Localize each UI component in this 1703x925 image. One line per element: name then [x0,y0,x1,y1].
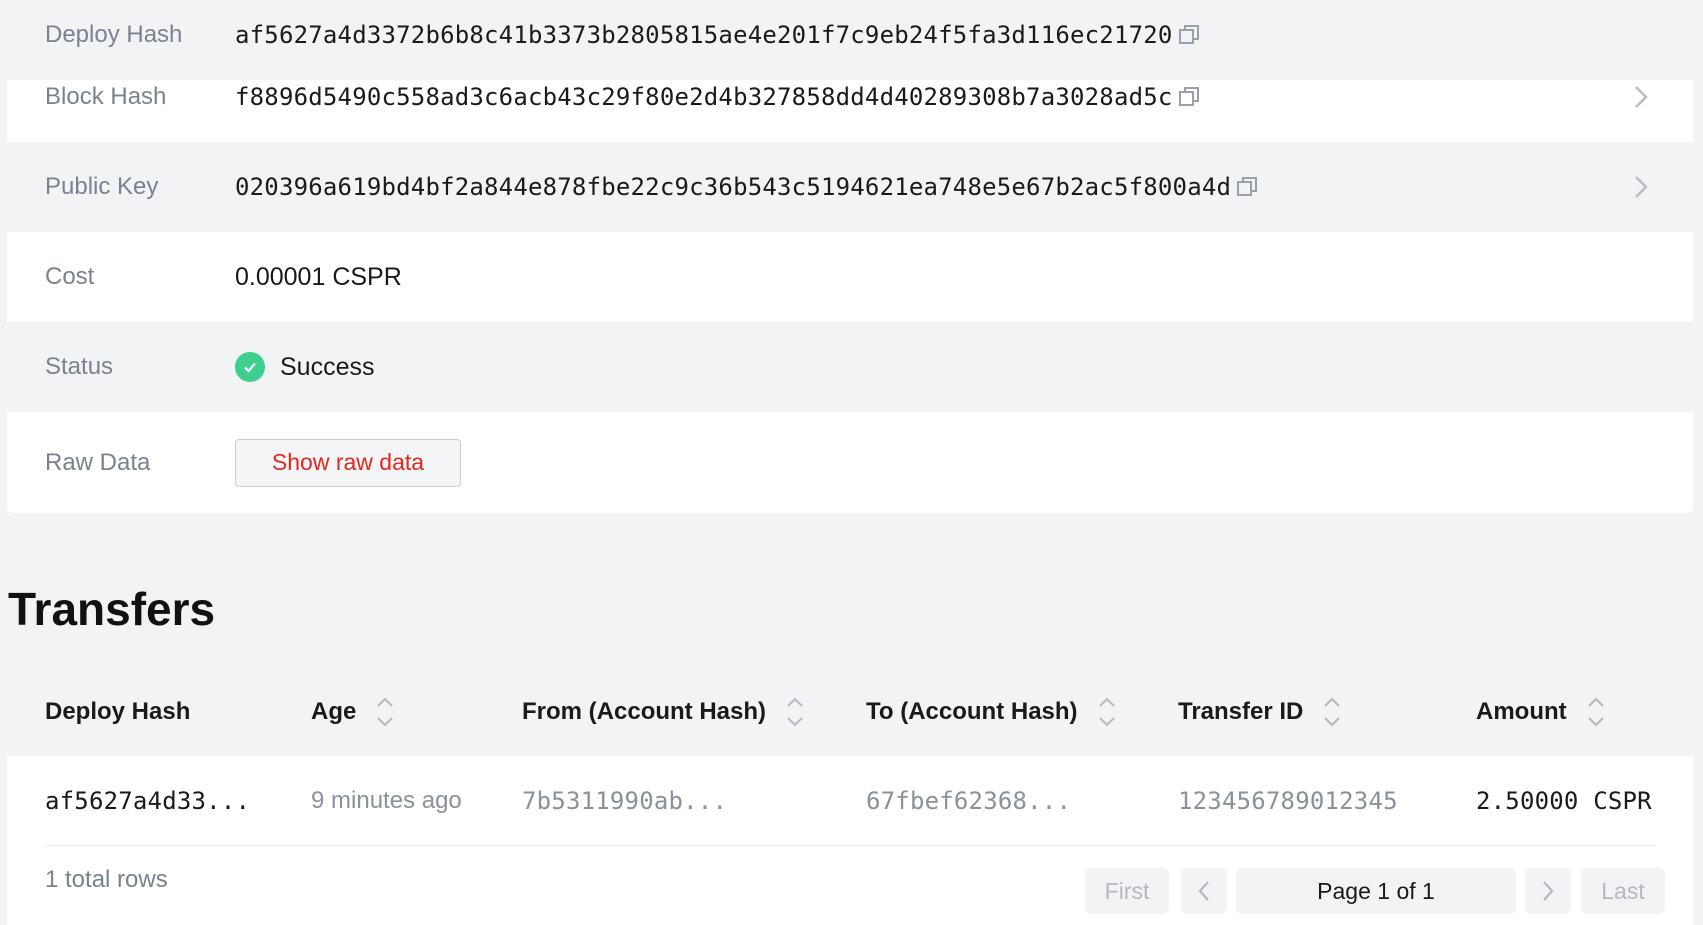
column-header-deploy-hash: Deploy Hash [45,668,190,756]
table-row: af5627a4d33... 9 minutes ago 7b5311990ab… [7,756,1693,846]
transfers-table: Deploy Hash Age From (Account Hash) To (… [7,668,1693,925]
row-divider [45,845,1655,846]
page-indicator: Page 1 of 1 [1236,868,1516,914]
sort-icon[interactable] [784,692,806,732]
column-header-from[interactable]: From (Account Hash) [522,668,806,756]
status-value: Success [280,352,375,381]
column-header-label: Amount [1476,698,1567,725]
raw-data-wrap: Show raw data [235,438,461,487]
block-hash-value-wrap: f8896d5490c558ad3c6acb43c29f80e2d4b32785… [235,83,1201,111]
sort-icon[interactable] [1585,692,1607,732]
detail-row-cost: Cost 0.00001 CSPR [7,232,1693,322]
column-header-transfer-id[interactable]: Transfer ID [1178,668,1343,756]
cell-age: 9 minutes ago [311,787,462,814]
cell-transfer-id: 123456789012345 [1178,787,1398,815]
column-header-label: Age [311,698,357,725]
copy-icon[interactable] [1235,175,1259,199]
copy-icon[interactable] [1177,23,1201,47]
column-header-label: From (Account Hash) [522,698,767,725]
column-header-amount[interactable]: Amount [1476,668,1607,756]
detail-label: Block Hash [45,83,167,110]
sort-icon[interactable] [1321,692,1343,732]
detail-row-block-hash[interactable]: Block Hash f8896d5490c558ad3c6acb43c29f8… [7,52,1693,142]
column-header-label: To (Account Hash) [866,698,1078,725]
public-key-value[interactable]: 020396a619bd4bf2a844e878fbe22c9c36b543c5… [235,173,1231,201]
chevron-right-icon[interactable] [1631,173,1651,201]
block-hash-value[interactable]: f8896d5490c558ad3c6acb43c29f80e2d4b32785… [235,83,1173,111]
deploy-hash-value: af5627a4d3372b6b8c41b3373b2805815ae4e201… [235,21,1173,49]
detail-label: Status [45,353,114,380]
detail-row-public-key[interactable]: Public Key 020396a619bd4bf2a844e878fbe22… [7,142,1693,232]
column-header-label: Deploy Hash [45,698,191,725]
detail-label: Public Key [45,173,159,200]
transfers-heading: Transfers [8,583,216,635]
cost-value: 0.00001 CSPR [235,262,402,291]
copy-icon[interactable] [1177,85,1201,109]
detail-label: Deploy Hash [45,21,183,48]
cell-to[interactable]: 67fbef62368... [866,756,1071,846]
table-header: Deploy Hash Age From (Account Hash) To (… [7,668,1693,756]
last-page-button[interactable]: Last [1581,868,1665,914]
sort-icon[interactable] [1096,692,1118,732]
previous-page-button[interactable] [1181,868,1227,914]
next-page-button[interactable] [1525,868,1571,914]
deploy-hash-value-wrap: af5627a4d3372b6b8c41b3373b2805815ae4e201… [235,21,1201,49]
chevron-right-icon [1543,881,1554,901]
chevron-right-icon[interactable] [1631,83,1651,111]
public-key-value-wrap: 020396a619bd4bf2a844e878fbe22c9c36b543c5… [235,173,1259,201]
column-header-label: Transfer ID [1178,698,1304,725]
check-circle-icon [235,352,265,382]
cell-deploy-hash[interactable]: af5627a4d33... [45,756,250,846]
detail-row-status: Status Success [7,322,1693,412]
first-page-button[interactable]: First [1085,868,1169,914]
sort-icon[interactable] [374,692,396,732]
column-header-age[interactable]: Age [311,668,396,756]
chevron-left-icon [1198,881,1209,901]
cell-from[interactable]: 7b5311990ab... [522,756,727,846]
deploy-details-card: Deploy Hash af5627a4d3372b6b8c41b3373b28… [7,0,1693,513]
show-raw-data-button[interactable]: Show raw data [235,438,461,487]
cell-amount: 2.50000 CSPR [1476,787,1652,815]
column-header-to[interactable]: To (Account Hash) [866,668,1118,756]
detail-row-raw-data: Raw Data Show raw data [7,412,1693,513]
status-value-wrap: Success [235,352,374,382]
total-rows: 1 total rows [45,866,168,893]
detail-label: Raw Data [45,448,151,476]
detail-label: Cost [45,263,95,290]
